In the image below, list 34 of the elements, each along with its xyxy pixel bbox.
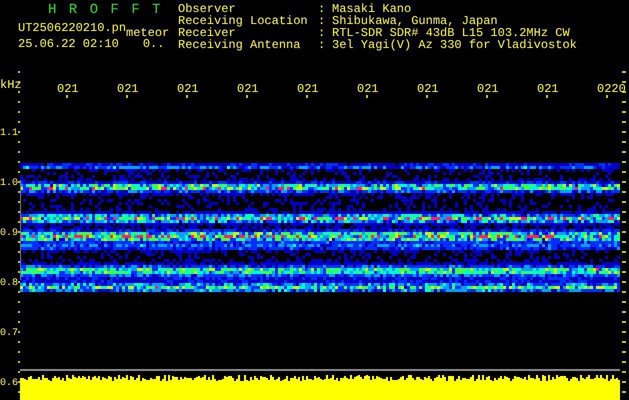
time-label: 021	[237, 82, 259, 96]
frequency-label: 0.8	[0, 278, 18, 289]
date-time: 25.06.22 02:10	[18, 38, 119, 50]
info-label: Receiving Location	[178, 15, 309, 27]
time-label: 021	[117, 82, 139, 96]
frequency-label: 0.6	[0, 378, 18, 389]
time-label: 021	[297, 82, 319, 96]
frequency-label: 0.7	[0, 328, 18, 339]
time-label: 021	[537, 82, 559, 96]
separator-colon: :	[318, 39, 326, 51]
info-label: Observer	[178, 3, 236, 15]
separator-colon: :	[318, 27, 326, 39]
separator-colon: :	[318, 15, 326, 27]
time-label: 021	[177, 82, 199, 96]
info-value: RTL-SDR SDR# 43dB L15 103.2MHz CW	[332, 27, 570, 39]
frequency-label: 0.9	[0, 228, 18, 239]
time-label: 021	[57, 82, 79, 96]
info-label: Receiver	[178, 27, 236, 39]
info-label: Receiving Antenna	[178, 39, 302, 51]
app-title: H R O F F T	[47, 1, 164, 18]
info-value: Masaki Kano	[332, 3, 412, 15]
count-label: 0..	[142, 38, 164, 50]
time-label: 021	[477, 82, 499, 96]
file-name: UT2506220210.pn	[18, 22, 126, 34]
time-label: 021	[357, 82, 379, 96]
info-value: Shibukawa, Gunma, Japan	[332, 15, 498, 27]
frequency-label: 1.0	[0, 178, 18, 189]
separator-colon: :	[318, 3, 326, 15]
time-label: 021	[417, 82, 439, 96]
info-value: 3el Yagi(V) Az 330 for Vladivostok	[332, 39, 577, 51]
frequency-label: 1.1	[0, 128, 18, 139]
time-label: 0220	[597, 82, 626, 96]
unit-label: kHz	[0, 78, 22, 92]
tag-label: meteor	[126, 27, 170, 39]
